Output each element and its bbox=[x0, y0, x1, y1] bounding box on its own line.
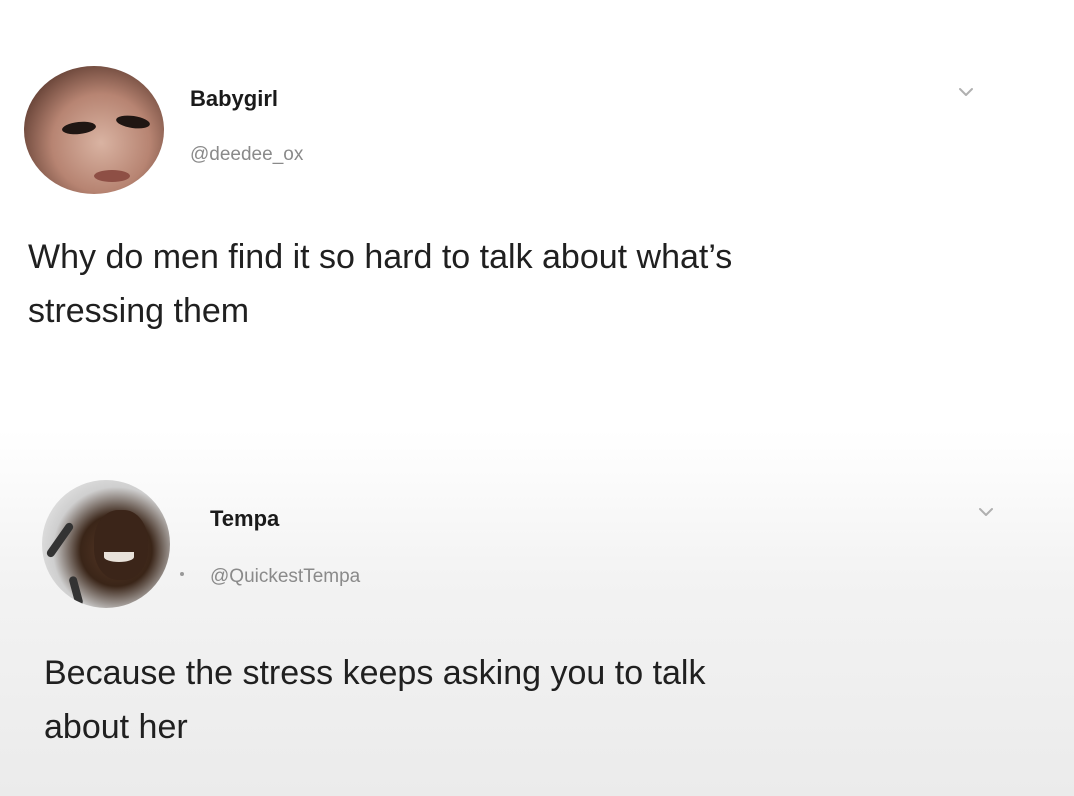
tweet-text: Why do men find it so hard to talk about… bbox=[28, 230, 1028, 338]
tweet-text-line: Because the stress keeps asking you to t… bbox=[44, 654, 706, 692]
avatar[interactable] bbox=[42, 480, 170, 608]
avatar-face bbox=[94, 510, 148, 580]
tweet-text: Because the stress keeps asking you to t… bbox=[44, 646, 1044, 754]
chevron-down-icon[interactable] bbox=[978, 504, 994, 520]
chevron-down-icon[interactable] bbox=[958, 84, 974, 100]
tweet-text-line: stressing them bbox=[28, 292, 250, 330]
avatar-smile bbox=[104, 552, 134, 562]
display-name[interactable]: Tempa bbox=[210, 506, 279, 532]
tweet-text-line: Why do men find it so hard to talk about… bbox=[28, 238, 733, 276]
user-handle[interactable]: @QuickestTempa bbox=[210, 566, 360, 588]
user-handle[interactable]: @deedee_ox bbox=[190, 144, 303, 166]
avatar[interactable] bbox=[24, 66, 164, 194]
separator-dot bbox=[180, 572, 184, 576]
avatar-decoration bbox=[68, 575, 84, 607]
tweet-original: Babygirl @deedee_ox Why do men find it s… bbox=[0, 0, 1074, 430]
avatar-decoration bbox=[45, 521, 75, 559]
display-name[interactable]: Babygirl bbox=[190, 86, 278, 112]
avatar-eye bbox=[61, 120, 97, 136]
avatar-lips bbox=[94, 170, 130, 182]
tweet-reply: Tempa @QuickestTempa Because the stress … bbox=[0, 430, 1074, 796]
tweet-screenshot: Babygirl @deedee_ox Why do men find it s… bbox=[0, 0, 1074, 796]
avatar-eye bbox=[115, 113, 151, 131]
tweet-text-line: about her bbox=[44, 708, 188, 746]
